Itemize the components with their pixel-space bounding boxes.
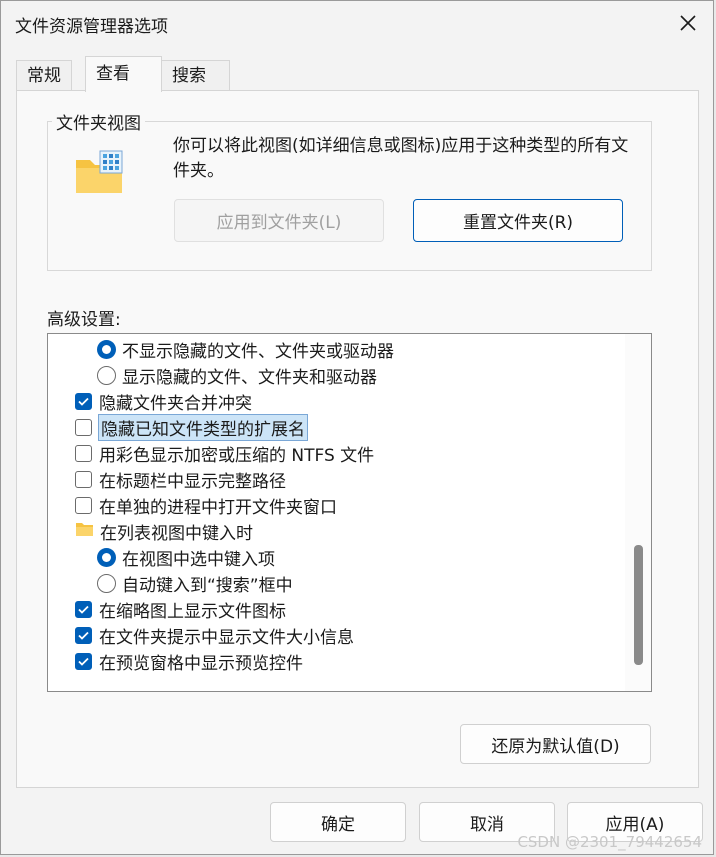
radio-unselected[interactable] [97,573,116,593]
advanced-setting-label: 显示隐藏的文件、文件夹和驱动器 [122,367,377,388]
checkbox-unchecked[interactable] [75,496,92,514]
watermark: CSDN @2301_79442654 [517,833,702,851]
tab-general[interactable]: 常规 [16,60,72,90]
advanced-setting-item[interactable]: 隐藏已知文件类型的扩展名 [75,413,308,441]
close-button[interactable] [663,1,713,45]
advanced-setting-label: 隐藏文件夹合并冲突 [99,393,252,414]
checkbox-unchecked[interactable] [75,444,92,462]
advanced-setting-item[interactable]: 隐藏文件夹合并冲突 [75,388,252,414]
advanced-setting-item[interactable]: 不显示隐藏的文件、文件夹或驱动器 [97,336,394,362]
folder-views-label: 文件夹视图 [52,109,145,134]
advanced-settings-list[interactable]: 不显示隐藏的文件、文件夹或驱动器 显示隐藏的文件、文件夹和驱动器隐藏文件夹合并冲突… [47,333,652,692]
advanced-setting-label: 在文件夹提示中显示文件大小信息 [99,627,354,648]
checkbox-checked[interactable] [75,626,92,644]
radio-selected[interactable] [97,547,116,567]
advanced-setting-item[interactable]: 自动键入到“搜索”框中 [97,570,293,596]
advanced-setting-item[interactable]: 显示隐藏的文件、文件夹和驱动器 [97,362,377,388]
folder-views-description: 你可以将此视图(如详细信息或图标)应用于这种类型的所有文件夹。 [173,136,629,181]
advanced-setting-label: 在视图中选中键入项 [122,549,275,570]
apply-to-folders-button[interactable]: 应用到文件夹(L) [174,199,384,242]
folder-view-icon [76,150,123,193]
tab-search[interactable]: 搜索 [161,60,230,90]
checkbox-checked[interactable] [75,600,92,618]
advanced-setting-label: 在列表视图中键入时 [100,523,253,544]
scrollbar[interactable] [625,334,651,691]
checkbox-checked[interactable] [75,652,92,670]
advanced-setting-item[interactable]: 在单独的进程中打开文件夹窗口 [75,492,337,518]
advanced-settings-label: 高级设置: [47,310,121,330]
radio-selected[interactable] [97,339,116,359]
advanced-setting-label: 自动键入到“搜索”框中 [122,575,293,596]
advanced-setting-label: 不显示隐藏的文件、文件夹或驱动器 [122,341,394,362]
advanced-setting-item[interactable]: 在缩略图上显示文件图标 [75,596,286,622]
advanced-setting-item[interactable]: 用彩色显示加密或压缩的 NTFS 文件 [75,440,374,466]
ok-button[interactable]: 确定 [270,802,406,842]
checkbox-unchecked[interactable] [75,470,92,488]
advanced-setting-label: 在标题栏中显示完整路径 [99,471,286,492]
folder-icon [75,521,94,542]
advanced-setting-label: 在缩略图上显示文件图标 [99,601,286,622]
advanced-setting-item[interactable]: 在视图中选中键入项 [97,544,275,570]
radio-unselected[interactable] [97,365,116,385]
advanced-setting-item[interactable]: 在文件夹提示中显示文件大小信息 [75,622,354,648]
tab-view[interactable]: 查看 [85,56,162,92]
close-icon [680,15,696,31]
scrollbar-thumb[interactable] [634,545,643,665]
checkbox-unchecked[interactable] [75,418,92,436]
advanced-setting-item[interactable]: 在标题栏中显示完整路径 [75,466,286,492]
restore-defaults-button[interactable]: 还原为默认值(D) [460,724,651,764]
checkbox-checked[interactable] [75,392,92,410]
advanced-setting-label: 在单独的进程中打开文件夹窗口 [99,497,337,518]
advanced-setting-label: 用彩色显示加密或压缩的 NTFS 文件 [99,445,375,466]
advanced-setting-item[interactable]: 在预览窗格中显示预览控件 [75,648,303,674]
advanced-setting-label: 在预览窗格中显示预览控件 [99,653,303,674]
advanced-setting-label: 隐藏已知文件类型的扩展名 [98,413,308,441]
advanced-setting-item[interactable]: 在列表视图中键入时 [75,518,253,544]
title-bar[interactable]: 文件资源管理器选项 [1,1,713,47]
reset-folders-button[interactable]: 重置文件夹(R) [413,199,623,242]
window-title: 文件资源管理器选项 [15,17,168,37]
